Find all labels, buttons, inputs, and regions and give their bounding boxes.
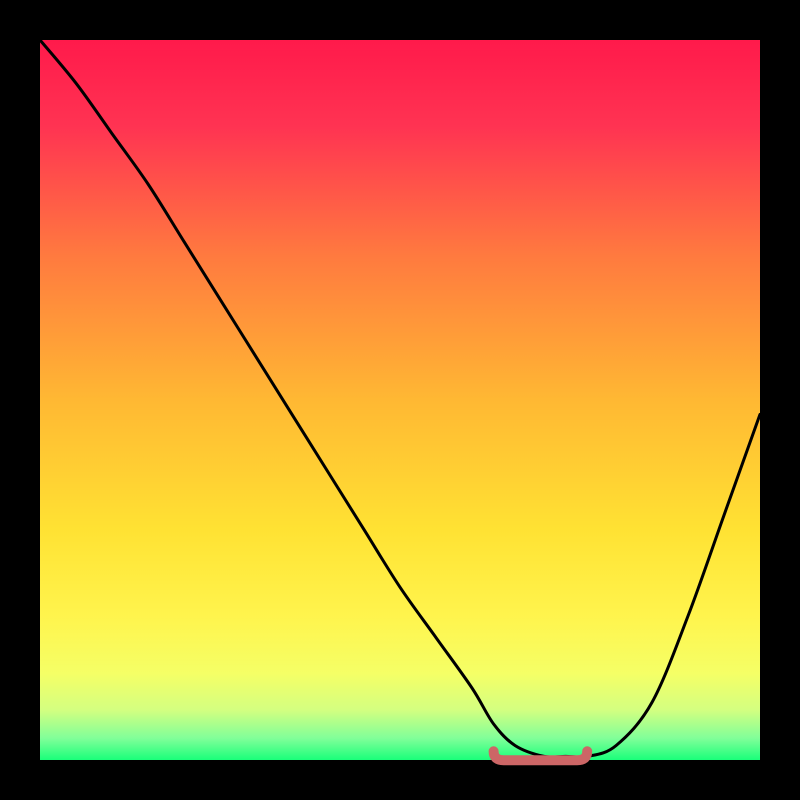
chart-svg xyxy=(0,0,800,800)
gradient-panel xyxy=(40,40,760,760)
chart-stage: TheBottleneck.com xyxy=(0,0,800,800)
